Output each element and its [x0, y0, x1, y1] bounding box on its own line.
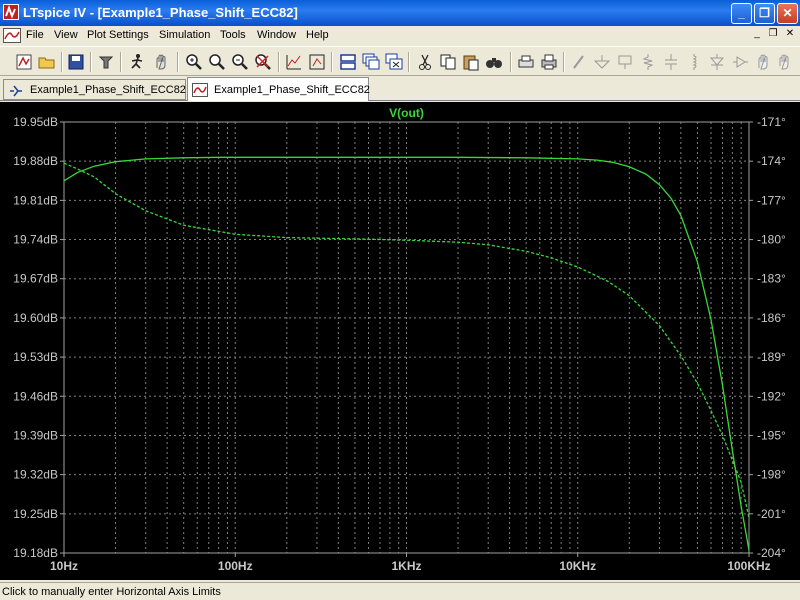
status-bar: Click to manually enter Horizontal Axis … [0, 582, 800, 600]
menu-simulation[interactable]: Simulation [159, 29, 210, 41]
toolbar [0, 46, 800, 76]
move-icon[interactable] [753, 52, 773, 72]
cascade-icon[interactable] [361, 52, 381, 72]
resistor-icon[interactable] [638, 52, 658, 72]
ground-icon[interactable] [592, 52, 612, 72]
label-icon[interactable] [615, 52, 635, 72]
zoom-full-icon[interactable] [307, 52, 327, 72]
y-left-tick-label: 19.53dB [13, 350, 58, 364]
print-icon[interactable] [539, 52, 559, 72]
run-icon[interactable] [127, 52, 147, 72]
save-icon[interactable] [66, 52, 86, 72]
waveform-plot[interactable]: 19.95dB 19.88dB 19.81dB 19.74dB 19.67dB 19.60… [0, 102, 800, 580]
x-tick-label: 1KHz [391, 559, 421, 573]
x-tick-label: 100KHz [727, 559, 770, 573]
document-tab-bar: Example1_Phase_Shift_ECC82 Example1_Phas… [0, 77, 800, 101]
schematic-icon [8, 83, 24, 97]
plot-canvas[interactable]: 19.95dB 19.88dB 19.81dB 19.74dB 19.67dB 19.60… [0, 102, 800, 580]
tab-waveform[interactable]: Example1_Phase_Shift_ECC82 [187, 77, 370, 101]
x-tick-label: 100Hz [218, 559, 253, 573]
menu-plot-settings[interactable]: Plot Settings [87, 29, 149, 41]
wire-icon[interactable] [569, 52, 589, 72]
x-tick-label: 10Hz [50, 559, 78, 573]
tab-label: Example1_Phase_Shift_ECC82 [214, 84, 370, 96]
y-left-tick-label: 19.46dB [13, 389, 58, 403]
menu-window[interactable]: Window [257, 29, 296, 41]
close-button[interactable]: ✕ [777, 3, 798, 24]
zoom-cancel-icon[interactable] [253, 52, 273, 72]
y-right-tick-label: -177° [757, 193, 786, 207]
maximize-button[interactable]: ❐ [754, 3, 775, 24]
print-preview-icon[interactable] [516, 52, 536, 72]
copy-icon[interactable] [438, 52, 458, 72]
y-right-tick-label: -186° [757, 311, 786, 325]
zoom-in-icon[interactable] [184, 52, 204, 72]
y-right-tick-label: -192° [757, 389, 786, 403]
status-text: Click to manually enter Horizontal Axis … [2, 586, 221, 598]
new-schematic-icon[interactable] [14, 52, 34, 72]
find-icon[interactable] [484, 52, 504, 72]
y-left-tick-label: 19.39dB [13, 428, 58, 442]
phase-trace [63, 162, 750, 518]
y-left-tick-label: 19.25dB [13, 507, 58, 521]
y-left-tick-label: 19.67dB [13, 272, 58, 286]
component-icon[interactable] [730, 52, 750, 72]
menu-help[interactable]: Help [306, 29, 329, 41]
title-bar[interactable]: LTspice IV - [Example1_Phase_Shift_ECC82… [0, 0, 800, 26]
mdi-close-button[interactable]: ✕ [783, 28, 797, 41]
y-left-tick-label: 19.60dB [13, 311, 58, 325]
tile-horizontal-icon[interactable] [338, 52, 358, 72]
tab-schematic[interactable]: Example1_Phase_Shift_ECC82 [3, 79, 186, 100]
y-left-tick-label: 19.81dB [13, 193, 58, 207]
minimize-button[interactable]: _ [731, 3, 752, 24]
menu-tools[interactable]: Tools [220, 29, 246, 41]
menu-view[interactable]: View [54, 29, 78, 41]
y-right-tick-label: -204° [757, 546, 786, 560]
y-right-tick-label: -195° [757, 428, 786, 442]
window-title: LTspice IV - [Example1_Phase_Shift_ECC82… [23, 5, 298, 20]
inductor-icon[interactable] [684, 52, 704, 72]
control-panel-icon[interactable] [96, 52, 116, 72]
ltspice-app-icon[interactable] [3, 4, 19, 20]
document-icon[interactable] [3, 28, 21, 43]
y-left-tick-label: 19.32dB [13, 468, 58, 482]
y-right-tick-label: -180° [757, 233, 786, 247]
mdi-restore-button[interactable]: ❐ [766, 28, 780, 41]
tab-label: Example1_Phase_Shift_ECC82 [30, 84, 186, 96]
drag-icon[interactable] [776, 52, 796, 72]
paste-icon[interactable] [461, 52, 481, 72]
open-icon[interactable] [37, 52, 57, 72]
y-right-tick-label: -183° [757, 272, 786, 286]
close-all-icon[interactable] [384, 52, 404, 72]
y-left-tick-label: 19.88dB [13, 154, 58, 168]
ltspice-window: LTspice IV - [Example1_Phase_Shift_ECC82… [0, 0, 800, 600]
y-right-tick-label: -198° [757, 468, 786, 482]
cut-icon[interactable] [415, 52, 435, 72]
diode-icon[interactable] [707, 52, 727, 72]
menu-bar: File View Plot Settings Simulation Tools… [0, 26, 800, 45]
mdi-minimize-button[interactable]: _ [750, 28, 764, 41]
y-left-tick-label: 19.18dB [13, 546, 58, 560]
y-right-tick-label: -174° [757, 154, 786, 168]
zoom-out-icon[interactable] [207, 52, 227, 72]
y-right-tick-label: -171° [757, 115, 786, 129]
zoom-fit-icon[interactable] [230, 52, 250, 72]
x-tick-label: 10KHz [559, 559, 596, 573]
waveform-icon [192, 83, 208, 97]
trace-title: V(out) [389, 106, 424, 120]
halt-icon[interactable] [151, 52, 171, 72]
y-right-tick-label: -189° [757, 350, 786, 364]
y-left-tick-label: 19.74dB [13, 233, 58, 247]
y-left-tick-label: 19.95dB [13, 115, 58, 129]
autorange-icon[interactable] [284, 52, 304, 72]
y-right-tick-label: -201° [757, 507, 786, 521]
menu-file[interactable]: File [26, 29, 44, 41]
capacitor-icon[interactable] [661, 52, 681, 72]
